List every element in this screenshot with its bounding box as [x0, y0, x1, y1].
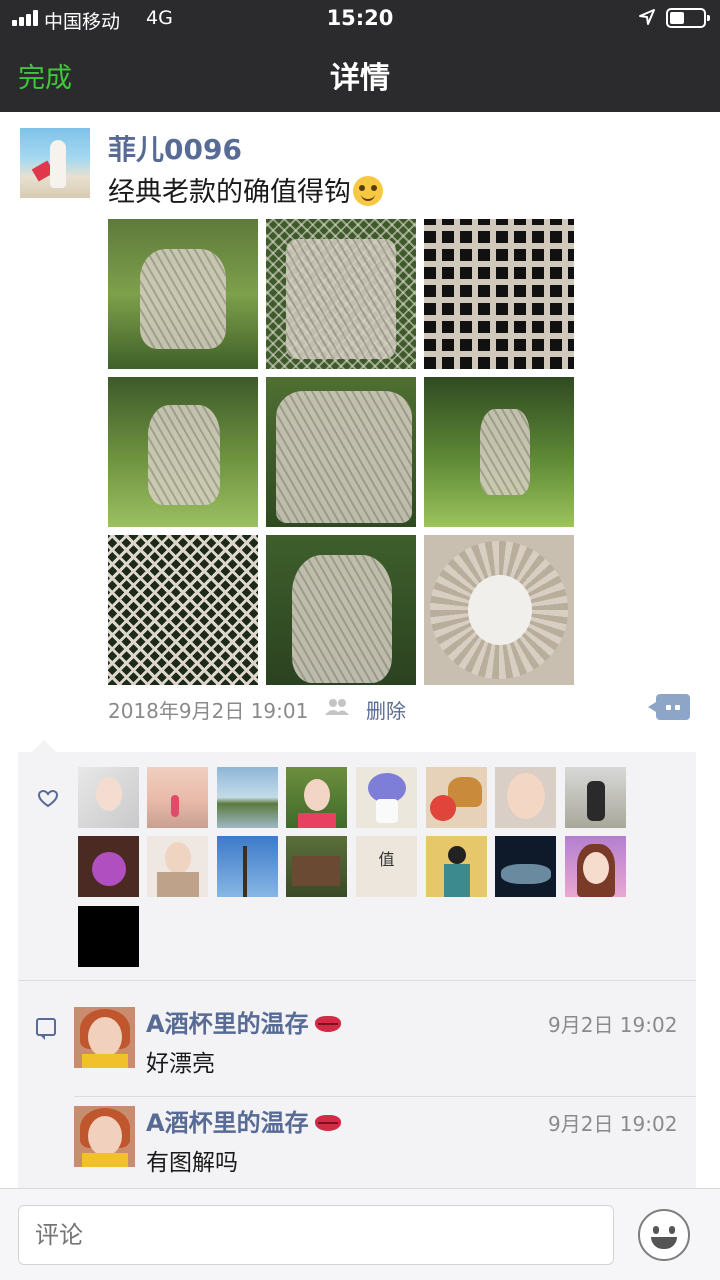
lips-emoji-icon — [314, 1016, 341, 1032]
status-bar: 中国移动 4G 15:20 — [0, 0, 720, 38]
liker-avatar[interactable] — [78, 836, 139, 897]
comment-separator — [74, 1096, 696, 1097]
comment-bubble-icon — [36, 1018, 56, 1040]
location-arrow-icon — [639, 9, 655, 25]
battery-icon — [666, 8, 710, 28]
liker-avatar[interactable]: 值 — [356, 836, 417, 897]
liker-avatar[interactable] — [78, 906, 139, 967]
comment-menu-icon[interactable] — [648, 694, 690, 720]
photo-7[interactable] — [108, 535, 258, 685]
delete-button[interactable]: 删除 — [366, 695, 406, 724]
commenter-name-text: A酒杯里的温存 — [146, 1109, 309, 1137]
author-avatar[interactable] — [20, 128, 90, 198]
likes-comments-panel: 值 A酒杯里的温存 9月2日 19:02 好漂亮 A酒杯里的温存 9月2日 19… — [18, 740, 696, 1188]
top-bar: 中国移动 4G 15:20 完成 详情 — [0, 0, 720, 112]
commenter-name[interactable]: A酒杯里的温存 — [146, 1004, 341, 1039]
photo-2[interactable] — [266, 219, 416, 369]
liker-avatar[interactable] — [495, 836, 556, 897]
liker-avatar[interactable] — [426, 767, 487, 828]
liker-avatar[interactable] — [495, 767, 556, 828]
lips-emoji-icon — [314, 1115, 341, 1131]
photo-4[interactable] — [108, 377, 258, 527]
comment-text: 有图解吗 — [146, 1150, 238, 1176]
comment-input-bar — [0, 1188, 720, 1280]
comment-text: 好漂亮 — [146, 1051, 215, 1077]
photo-5[interactable] — [266, 377, 416, 527]
panel-divider — [18, 980, 696, 981]
photo-9[interactable] — [424, 535, 574, 685]
photo-6[interactable] — [424, 377, 574, 527]
people-icon[interactable] — [324, 697, 350, 717]
page-title: 详情 — [330, 61, 390, 96]
comment-input[interactable] — [18, 1205, 614, 1265]
liker-avatar[interactable] — [217, 767, 278, 828]
liker-avatar[interactable] — [565, 836, 626, 897]
photo-3[interactable] — [424, 219, 574, 369]
commenter-avatar[interactable] — [74, 1106, 135, 1167]
liker-avatar[interactable] — [286, 836, 347, 897]
liker-avatar[interactable] — [565, 767, 626, 828]
commenter-name-text: A酒杯里的温存 — [146, 1010, 309, 1038]
liker-avatar[interactable] — [286, 767, 347, 828]
liker-avatar[interactable] — [78, 767, 139, 828]
battery-level — [670, 12, 684, 24]
status-time: 15:20 — [326, 6, 394, 30]
author-name[interactable]: 菲儿0096 — [108, 128, 242, 168]
comment-time: 9月2日 19:02 — [548, 1013, 678, 1037]
liker-avatar[interactable] — [147, 836, 208, 897]
blush-emoji-icon — [353, 176, 383, 206]
photo-1[interactable] — [108, 219, 258, 369]
photo-grid — [108, 219, 574, 685]
liker-avatar[interactable] — [147, 767, 208, 828]
commenter-avatar[interactable] — [74, 1007, 135, 1068]
post-time: 2018年9月2日 19:01 — [108, 699, 309, 723]
post-text-content: 经典老款的确值得钩 — [108, 177, 351, 208]
commenter-name[interactable]: A酒杯里的温存 — [146, 1103, 341, 1138]
heart-icon — [38, 790, 58, 808]
post-text: 经典老款的确值得钩 — [108, 170, 383, 209]
liker-avatar[interactable] — [426, 836, 487, 897]
liker-avatar[interactable] — [356, 767, 417, 828]
liker-avatar[interactable] — [217, 836, 278, 897]
photo-8[interactable] — [266, 535, 416, 685]
emoji-face-icon[interactable] — [638, 1209, 690, 1261]
comment-time: 9月2日 19:02 — [548, 1112, 678, 1136]
